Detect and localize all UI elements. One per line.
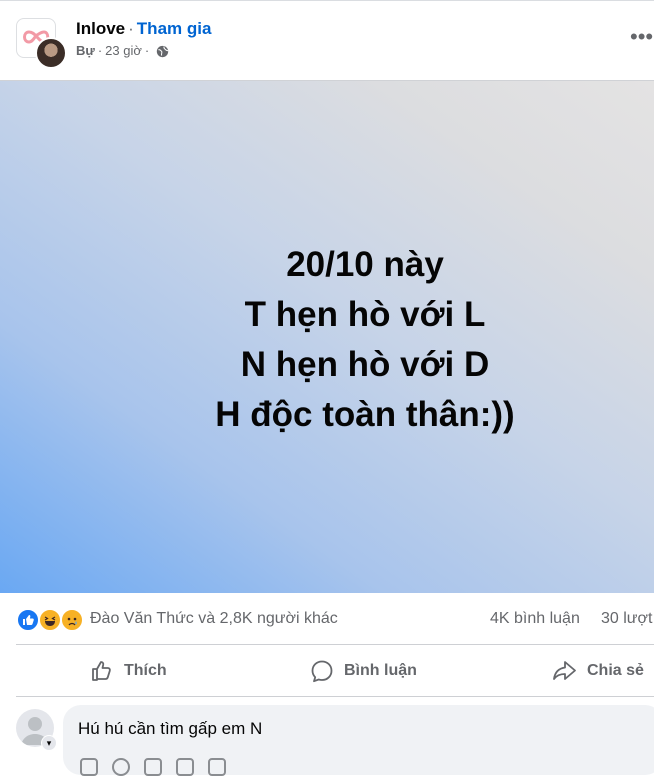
avatar-sticker-icon[interactable]	[208, 758, 226, 776]
meta-separator: ·	[97, 43, 103, 58]
title-separator: ·	[128, 19, 134, 38]
share-count[interactable]: 30 lượt	[601, 610, 652, 628]
share-label: Chia sẻ	[587, 662, 644, 679]
meta-row: Bự · 23 giờ ·	[76, 42, 169, 60]
author-name[interactable]: Bự	[76, 42, 95, 60]
share-button[interactable]: Chia sẻ	[551, 656, 644, 686]
like-icon	[90, 659, 114, 683]
comment-label: Bình luận	[344, 662, 417, 679]
comment-count[interactable]: 4K bình luận	[490, 610, 580, 628]
share-icon	[551, 659, 577, 683]
divider-bottom	[16, 696, 654, 697]
comment-icon	[310, 659, 334, 683]
camera-icon[interactable]	[144, 758, 162, 776]
more-icon[interactable]: •••	[630, 24, 653, 50]
post-line: N hẹn hò với D	[240, 345, 490, 384]
group-name[interactable]: Inlove	[76, 19, 125, 38]
reactors-summary[interactable]: Đào Văn Thức và 2,8K người khác	[90, 610, 338, 628]
divider	[16, 644, 654, 645]
comment-tools	[80, 758, 226, 776]
post-header: Inlove · Tham gia Bự · 23 giờ · •••	[0, 0, 654, 80]
post-text: 20/10 này T hẹn hò với L N hẹn hò với D …	[0, 240, 654, 440]
haha-reaction-icon[interactable]	[38, 608, 62, 632]
comment-text[interactable]: Hú hú cần tìm gấp em N	[78, 719, 262, 739]
gif-icon[interactable]	[176, 758, 194, 776]
post-line: 20/10 này	[286, 245, 444, 284]
sad-reaction-icon[interactable]	[60, 608, 84, 632]
post-line: T hẹn hò với L	[244, 295, 486, 334]
like-button[interactable]: Thích	[90, 656, 167, 686]
comment-button[interactable]: Bình luận	[310, 656, 417, 686]
post-line: H độc toàn thân:))	[215, 395, 515, 434]
emoji-icon[interactable]	[112, 758, 130, 776]
author-avatar[interactable]	[35, 37, 67, 69]
meta-separator-2: ·	[144, 43, 150, 58]
like-label: Thích	[124, 662, 167, 679]
join-link[interactable]: Tham gia	[137, 19, 212, 38]
globe-icon	[156, 45, 169, 58]
chevron-down-icon[interactable]: ▾	[41, 735, 57, 751]
sticker-icon[interactable]	[80, 758, 98, 776]
like-reaction-icon[interactable]	[16, 608, 40, 632]
title-row: Inlove · Tham gia	[76, 18, 211, 40]
post-time[interactable]: 23 giờ	[105, 42, 142, 60]
